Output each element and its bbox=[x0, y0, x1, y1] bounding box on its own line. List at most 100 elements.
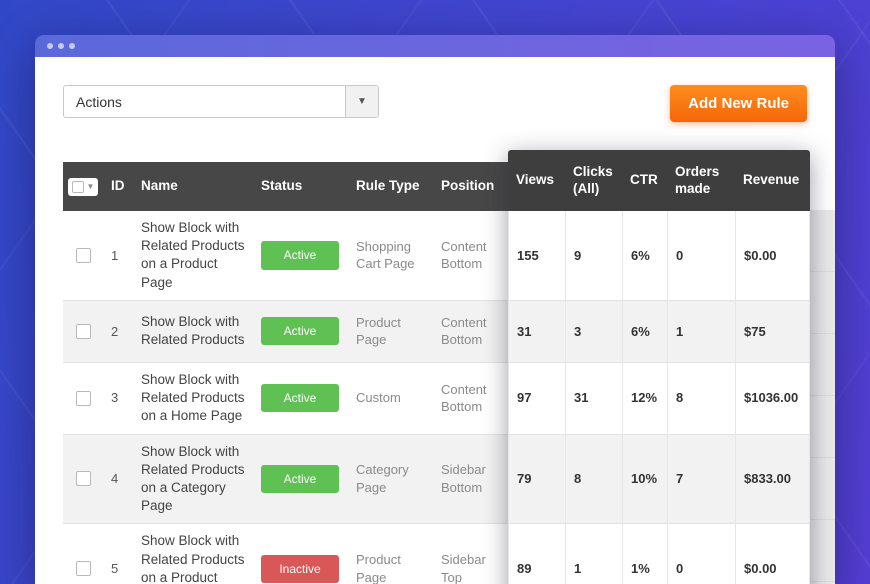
header-revenue: Revenue bbox=[735, 150, 810, 211]
cell-ctr: 6% bbox=[622, 211, 667, 300]
actions-dropdown[interactable]: Actions ▼ bbox=[63, 85, 379, 118]
cell-status: Inactive bbox=[253, 524, 348, 584]
row-checkbox[interactable] bbox=[76, 391, 91, 406]
status-badge[interactable]: Inactive bbox=[261, 555, 339, 583]
cell-id: 4 bbox=[103, 435, 133, 524]
window-control-dot bbox=[69, 43, 75, 49]
cell-rule-type: Product Page bbox=[348, 524, 433, 584]
cell-id: 2 bbox=[103, 301, 133, 362]
table-row: 2 Show Block with Related Products Activ… bbox=[63, 301, 810, 363]
cell-status: Active bbox=[253, 363, 348, 434]
cell-revenue: $0.00 bbox=[735, 524, 810, 584]
header-id: ID bbox=[103, 162, 133, 211]
cell-orders: 0 bbox=[667, 211, 735, 300]
header-name: Name bbox=[133, 162, 253, 211]
cell-ctr: 1% bbox=[622, 524, 667, 584]
header-position: Position bbox=[433, 162, 508, 211]
cell-status: Active bbox=[253, 211, 348, 300]
row-checkbox[interactable] bbox=[76, 324, 91, 339]
header-views: Views bbox=[508, 150, 565, 211]
row-checkbox[interactable] bbox=[76, 561, 91, 576]
add-new-rule-button[interactable]: Add New Rule bbox=[670, 85, 807, 122]
header-ctr: CTR bbox=[622, 150, 667, 211]
actions-dropdown-label: Actions bbox=[64, 94, 122, 110]
cell-id: 5 bbox=[103, 524, 133, 584]
table-row: 1 Show Block with Related Products on a … bbox=[63, 211, 810, 301]
cell-orders: 0 bbox=[667, 524, 735, 584]
cell-ctr: 12% bbox=[622, 363, 667, 434]
cell-status: Active bbox=[253, 301, 348, 362]
cell-views: 89 bbox=[508, 524, 565, 584]
window-body: Actions ▼ Add New Rule ▼ ID Name bbox=[35, 57, 835, 584]
header-rule-type: Rule Type bbox=[348, 162, 433, 211]
status-badge[interactable]: Active bbox=[261, 317, 339, 345]
cell-position: Content Bottom bbox=[433, 363, 508, 434]
cell-clicks: 9 bbox=[565, 211, 622, 300]
table-row: 5 Show Block with Related Products on a … bbox=[63, 524, 810, 584]
cell-views: 155 bbox=[508, 211, 565, 300]
table-row: 4 Show Block with Related Products on a … bbox=[63, 435, 810, 525]
cell-rule-type: Product Page bbox=[348, 301, 433, 362]
chevron-down-icon[interactable]: ▼ bbox=[87, 182, 95, 192]
row-checkbox[interactable] bbox=[76, 248, 91, 263]
toolbar: Actions ▼ Add New Rule bbox=[35, 57, 835, 122]
row-checkbox-cell bbox=[63, 211, 103, 300]
cell-position: Content Bottom bbox=[433, 301, 508, 362]
cell-orders: 1 bbox=[667, 301, 735, 362]
status-badge[interactable]: Active bbox=[261, 384, 339, 412]
table-overflow-strip bbox=[810, 210, 835, 584]
cell-name: Show Block with Related Products on a Pr… bbox=[133, 524, 253, 584]
rules-table: ▼ ID Name Status Rule Type Position View… bbox=[63, 162, 810, 584]
row-checkbox[interactable] bbox=[76, 471, 91, 486]
page-background: Actions ▼ Add New Rule ▼ ID Name bbox=[0, 0, 870, 584]
cell-orders: 7 bbox=[667, 435, 735, 524]
select-all-checkbox[interactable]: ▼ bbox=[68, 178, 99, 196]
cell-position: Content Bottom bbox=[433, 211, 508, 300]
chevron-down-icon[interactable]: ▼ bbox=[345, 86, 378, 117]
cell-name: Show Block with Related Products on a Pr… bbox=[133, 211, 253, 300]
cell-views: 79 bbox=[508, 435, 565, 524]
table-row: 3 Show Block with Related Products on a … bbox=[63, 363, 810, 435]
cell-views: 31 bbox=[508, 301, 565, 362]
cell-name: Show Block with Related Products on a Ca… bbox=[133, 435, 253, 524]
cell-id: 3 bbox=[103, 363, 133, 434]
window-control-dot bbox=[47, 43, 53, 49]
row-checkbox-cell bbox=[63, 435, 103, 524]
select-all-cell: ▼ bbox=[63, 162, 103, 211]
cell-revenue: $1036.00 bbox=[735, 363, 810, 434]
window-titlebar bbox=[35, 35, 835, 57]
cell-clicks: 31 bbox=[565, 363, 622, 434]
table-header-row: ▼ ID Name Status Rule Type Position View… bbox=[63, 162, 810, 211]
cell-ctr: 6% bbox=[622, 301, 667, 362]
cell-position: Sidebar Top bbox=[433, 524, 508, 584]
status-badge[interactable]: Active bbox=[261, 465, 339, 493]
cell-revenue: $833.00 bbox=[735, 435, 810, 524]
cell-name: Show Block with Related Products on a Ho… bbox=[133, 363, 253, 434]
cell-clicks: 1 bbox=[565, 524, 622, 584]
cell-rule-type: Custom bbox=[348, 363, 433, 434]
header-status: Status bbox=[253, 162, 348, 211]
row-checkbox-cell bbox=[63, 301, 103, 362]
window-control-dot bbox=[58, 43, 64, 49]
cell-name: Show Block with Related Products bbox=[133, 301, 253, 362]
cell-ctr: 10% bbox=[622, 435, 667, 524]
cell-revenue: $0.00 bbox=[735, 211, 810, 300]
cell-position: Sidebar Bottom bbox=[433, 435, 508, 524]
row-checkbox-cell bbox=[63, 363, 103, 434]
cell-status: Active bbox=[253, 435, 348, 524]
cell-rule-type: Shopping Cart Page bbox=[348, 211, 433, 300]
cell-views: 97 bbox=[508, 363, 565, 434]
cell-clicks: 3 bbox=[565, 301, 622, 362]
cell-revenue: $75 bbox=[735, 301, 810, 362]
app-window: Actions ▼ Add New Rule ▼ ID Name bbox=[35, 35, 835, 584]
cell-rule-type: Category Page bbox=[348, 435, 433, 524]
status-badge[interactable]: Active bbox=[261, 241, 339, 269]
header-clicks: Clicks (All) bbox=[565, 150, 622, 211]
header-orders: Orders made bbox=[667, 150, 735, 211]
row-checkbox-cell bbox=[63, 524, 103, 584]
checkbox-icon[interactable] bbox=[72, 181, 84, 193]
cell-orders: 8 bbox=[667, 363, 735, 434]
cell-clicks: 8 bbox=[565, 435, 622, 524]
cell-id: 1 bbox=[103, 211, 133, 300]
table-body: 1 Show Block with Related Products on a … bbox=[63, 211, 810, 584]
